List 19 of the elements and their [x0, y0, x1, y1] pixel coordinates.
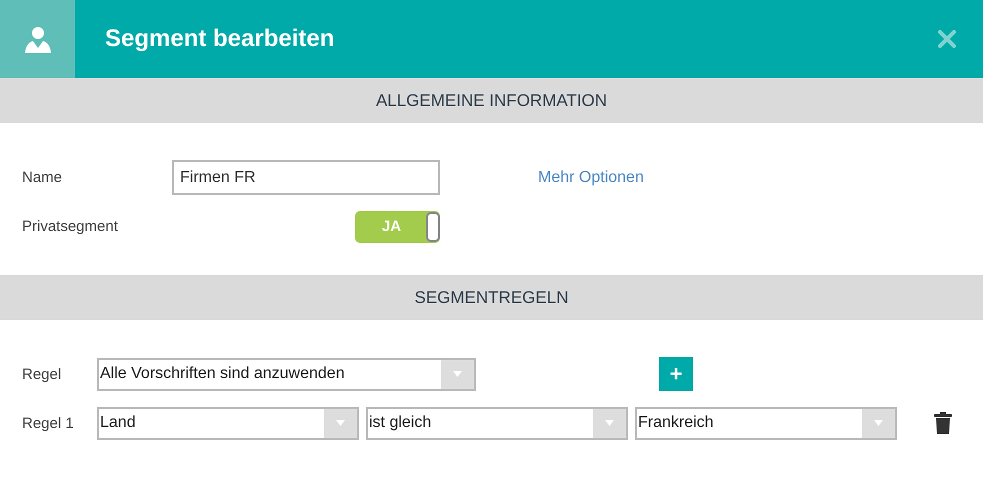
dropdown-arrow-icon — [336, 420, 345, 426]
field-label: Name — [22, 169, 64, 186]
dropdown-arrow-icon — [874, 420, 883, 426]
field-dropdown[interactable]: Land — [97, 406, 359, 440]
name-input[interactable]: Firmen FR — [172, 160, 440, 195]
dropdown-arrow-icon — [453, 371, 462, 377]
more-options-link[interactable]: Mehr Optionen — [538, 168, 644, 186]
dialog-title: Segment bearbeiten — [105, 25, 336, 53]
user-icon — [22, 24, 52, 54]
section-header: SEGMENTREGELN — [0, 275, 983, 320]
rule-label: Regel — [22, 366, 62, 382]
operator-dropdown[interactable]: ist gleich — [366, 406, 628, 440]
value-dropdown[interactable]: Frankreich — [635, 406, 897, 440]
trash-icon[interactable] — [934, 412, 952, 434]
rule-dropdown[interactable]: Alle Vorschriften sind anzuwenden — [97, 358, 476, 390]
rule-label: Regel 1 — [22, 414, 75, 432]
field-label: Privatsegment — [22, 218, 119, 235]
section-header: ALLGEMEINE INFORMATION — [0, 78, 983, 123]
dropdown-arrow-icon — [605, 420, 614, 426]
